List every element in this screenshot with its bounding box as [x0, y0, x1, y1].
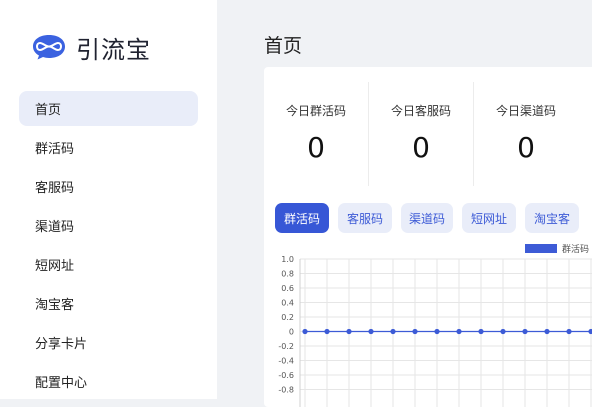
y-tick-label: -0.4: [278, 357, 294, 366]
sidebar-item-label: 渠道码: [35, 220, 75, 235]
sidebar-item-taobaoke[interactable]: 淘宝客: [19, 286, 198, 321]
tab-channel-qr[interactable]: 渠道码: [401, 203, 453, 233]
infinity-chat-logo-icon: [33, 35, 65, 60]
tab-short-url[interactable]: 短网址: [462, 203, 516, 233]
legend-swatch: [525, 244, 557, 253]
chart-tabs: 群活码 客服码 渠道码 短网址 淘宝客: [275, 203, 588, 233]
stat-value: 0: [307, 131, 325, 164]
stat-today-channel-qr: 今日渠道码 0: [474, 82, 578, 186]
data-point: [302, 328, 308, 335]
tab-group-qr[interactable]: 群活码: [275, 203, 329, 233]
brand[interactable]: 引流宝: [32, 32, 151, 64]
data-point: [456, 328, 462, 335]
data-point: [412, 328, 418, 335]
data-point: [588, 328, 592, 335]
data-point: [500, 328, 506, 335]
dashboard-card: 今日群活码 0 今日客服码 0 今日渠道码 0 群活码 客服码 渠道码 短网址 …: [264, 67, 592, 407]
y-tick-label: -0.6: [278, 371, 294, 380]
sidebar-item-config[interactable]: 配置中心: [19, 364, 198, 399]
tab-service-qr[interactable]: 客服码: [338, 203, 392, 233]
data-point: [544, 328, 550, 335]
stat-label: 今日客服码: [390, 104, 451, 118]
sidebar-item-channel-qr[interactable]: 渠道码: [19, 208, 198, 243]
sidebar-item-label: 群活码: [35, 142, 75, 157]
data-point: [522, 328, 528, 335]
sidebar-item-label: 淘宝客: [35, 298, 75, 313]
sidebar-nav: 首页 群活码 客服码 渠道码 短网址 淘宝客 分享卡片 配置中心: [19, 91, 198, 403]
tab-taobaoke[interactable]: 淘宝客: [525, 203, 579, 233]
line-chart: 群活码 1.0 0.8 0.6 0.4 0.2 0 -0.2 -0.4 -0.6 -0.8: [278, 243, 592, 407]
data-point: [566, 328, 572, 335]
stat-value: 0: [412, 131, 430, 164]
main-area: 首页 今日群活码 0 今日客服码 0 今日渠道码 0 群活码 客服码 渠道码 短…: [217, 0, 592, 407]
data-point: [324, 328, 330, 335]
data-point: [368, 328, 374, 335]
y-tick-label: 0.8: [281, 270, 294, 279]
page-title: 首页: [264, 35, 303, 57]
y-tick-label: 0.2: [281, 313, 294, 322]
data-point: [390, 328, 396, 335]
sidebar-item-group-qr[interactable]: 群活码: [19, 130, 198, 165]
sidebar-item-label: 首页: [35, 103, 62, 118]
y-tick-label: -0.2: [278, 342, 294, 351]
legend-label: 群活码: [562, 243, 589, 255]
data-point: [478, 328, 484, 335]
stat-label: 今日群活码: [285, 104, 346, 118]
sidebar-item-label: 配置中心: [35, 376, 88, 391]
y-tick-label: -0.8: [278, 386, 294, 395]
stat-label: 今日渠道码: [495, 104, 556, 118]
stat-value: 0: [517, 131, 535, 164]
sidebar-item-share-card[interactable]: 分享卡片: [19, 325, 198, 360]
stat-today-group-qr: 今日群活码 0: [264, 82, 369, 186]
data-point: [434, 328, 440, 335]
stats-row: 今日群活码 0 今日客服码 0 今日渠道码 0: [264, 82, 592, 186]
data-point: [346, 328, 352, 335]
sidebar-item-home[interactable]: 首页: [19, 91, 198, 126]
y-tick-label: 1.0: [281, 255, 294, 264]
sidebar-item-short-url[interactable]: 短网址: [19, 247, 198, 282]
sidebar-item-label: 分享卡片: [35, 337, 88, 352]
y-tick-label: 0: [289, 328, 294, 337]
y-tick-label: 0.4: [281, 299, 294, 308]
sidebar-item-service-qr[interactable]: 客服码: [19, 169, 198, 204]
app-name: 引流宝: [76, 35, 151, 64]
sidebar: 引流宝 首页 群活码 客服码 渠道码 短网址 淘宝客 分享卡片 配置中心: [0, 0, 217, 399]
y-tick-label: 0.6: [281, 284, 294, 293]
stat-today-service-qr: 今日客服码 0: [369, 82, 474, 186]
sidebar-item-label: 客服码: [35, 181, 75, 196]
sidebar-item-label: 短网址: [35, 259, 75, 274]
